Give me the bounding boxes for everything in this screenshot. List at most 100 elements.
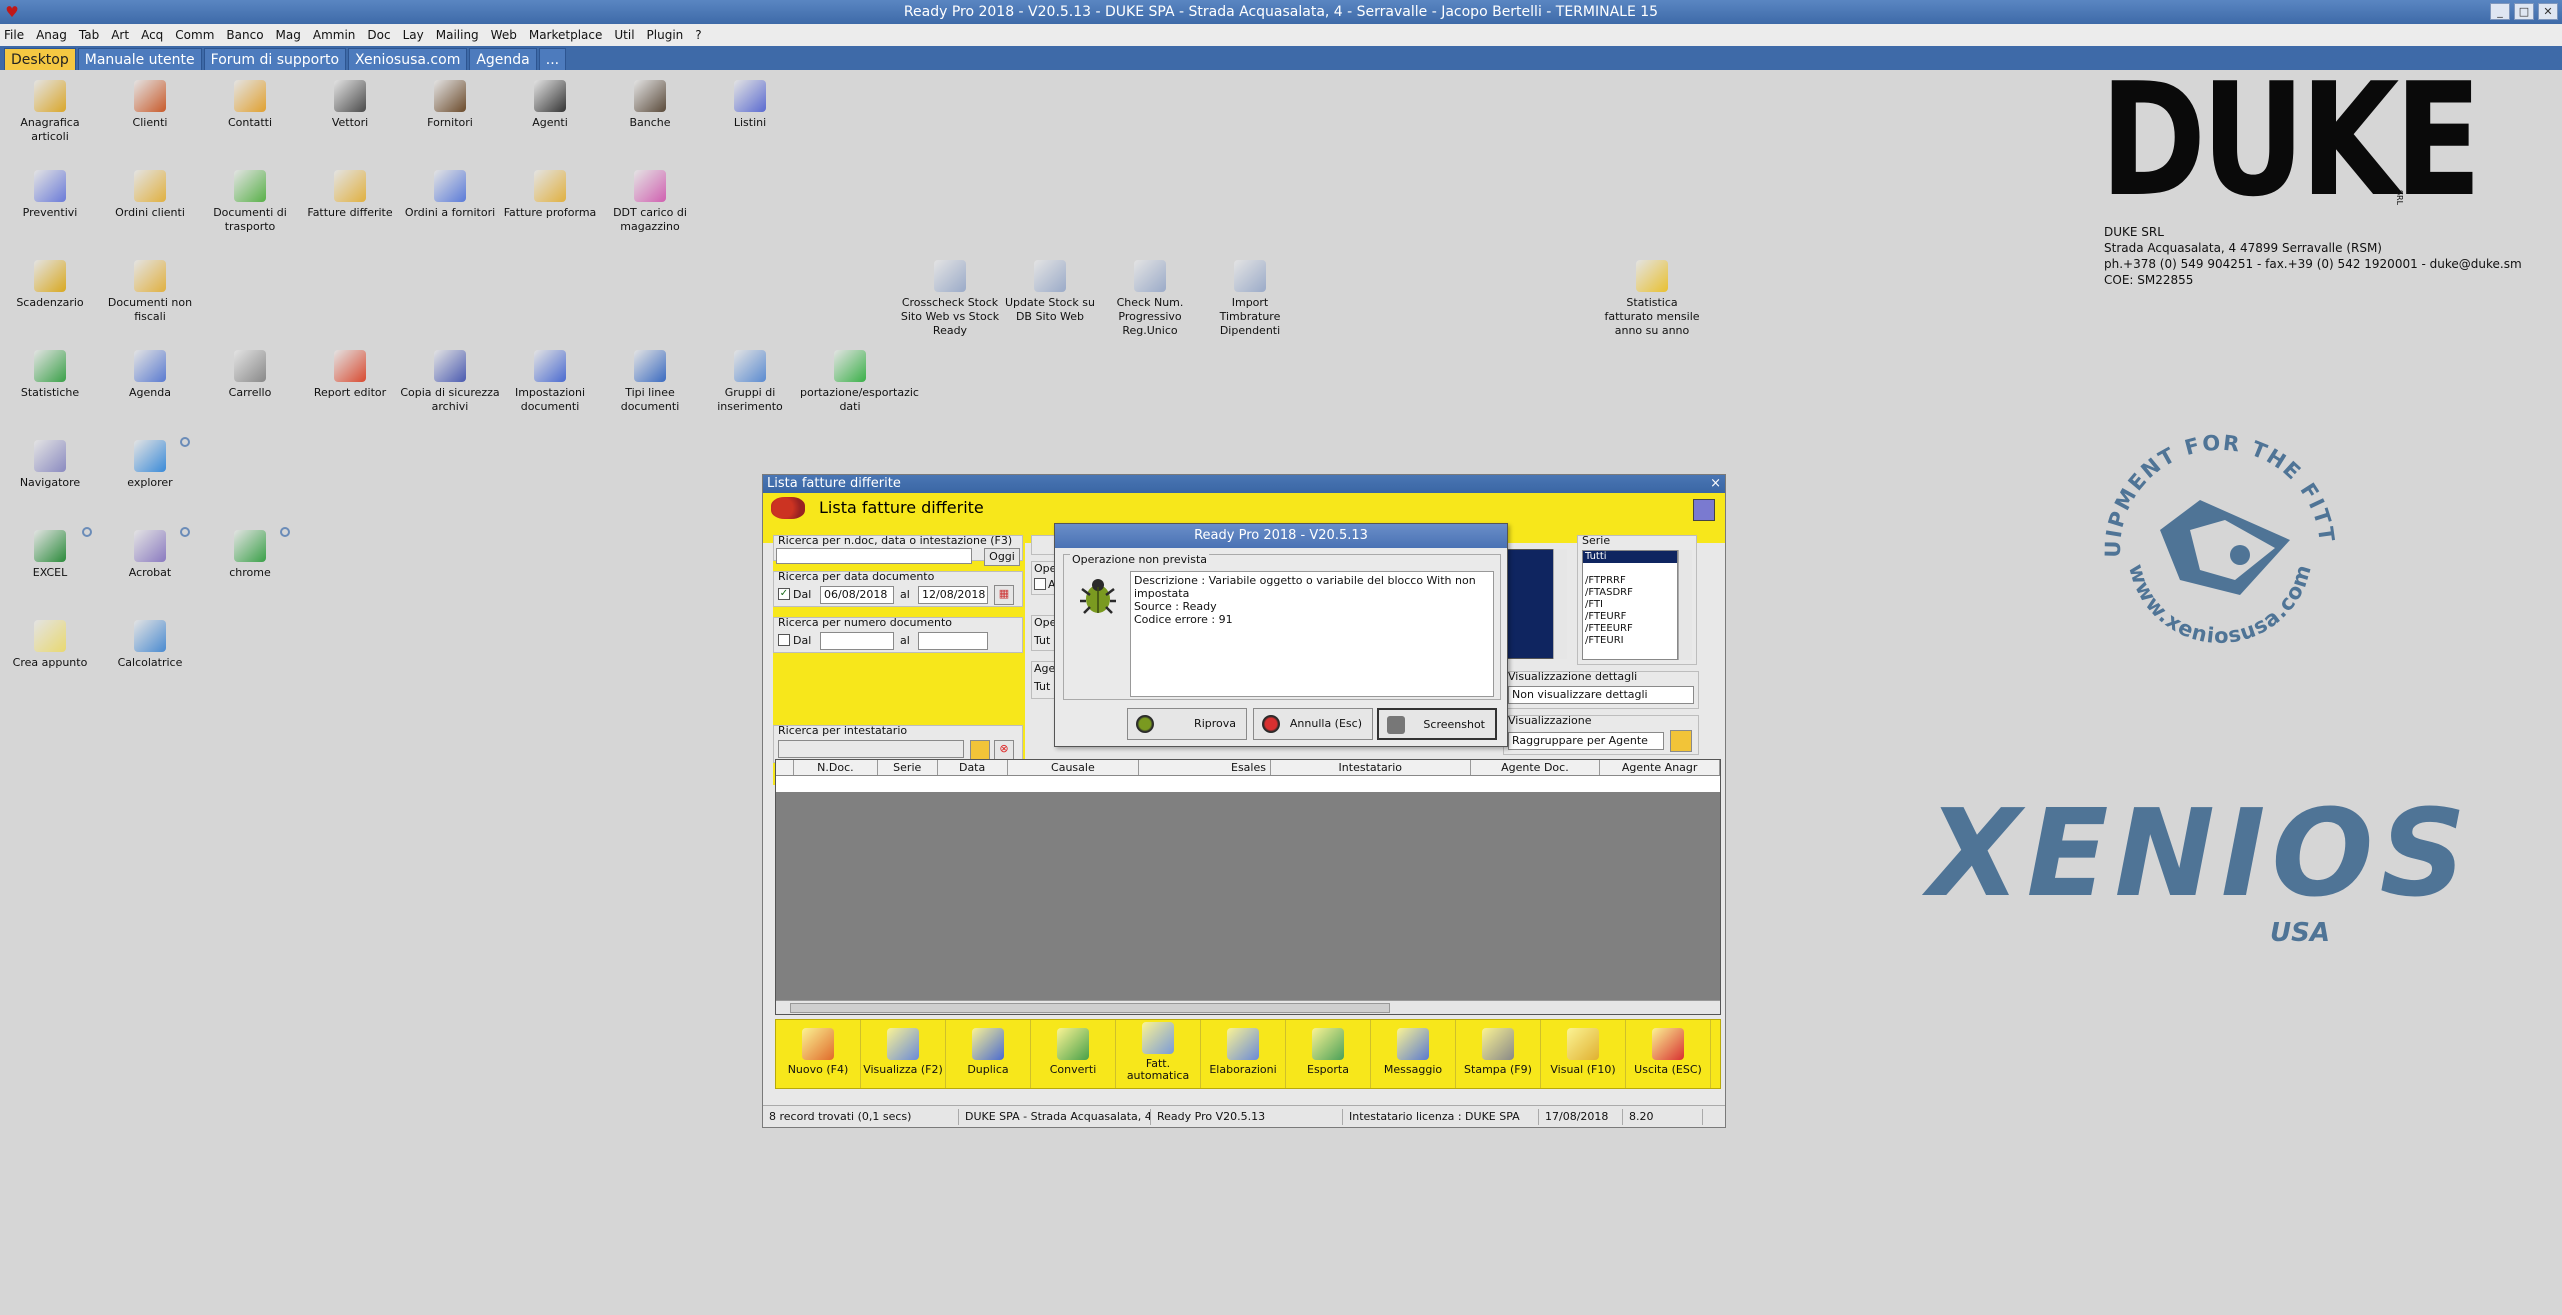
- folder-icon[interactable]: [970, 740, 990, 760]
- today-button[interactable]: Oggi: [984, 548, 1020, 566]
- esporta-button[interactable]: Esporta: [1286, 1020, 1371, 1088]
- col-causale[interactable]: Causale: [1008, 760, 1140, 775]
- table-row[interactable]: [776, 776, 1720, 792]
- desktop-icon-agenda[interactable]: Agenda: [100, 350, 200, 400]
- desktop-icon-fornitori[interactable]: Fornitori: [400, 80, 500, 130]
- search-ndoc-input[interactable]: [776, 548, 972, 564]
- tab-more[interactable]: ...: [538, 48, 567, 70]
- desktop-icon-vettori[interactable]: Vettori: [300, 80, 400, 130]
- tab-manuale-utente[interactable]: Manuale utente: [77, 48, 202, 70]
- partial-checkbox[interactable]: [1034, 578, 1046, 590]
- tab-forum-supporto[interactable]: Forum di supporto: [203, 48, 347, 70]
- operator-list[interactable]: [1503, 549, 1559, 659]
- date-enable-checkbox[interactable]: ✓: [778, 588, 790, 600]
- date-to-input[interactable]: 12/08/2018: [918, 586, 988, 604]
- col-agente-doc[interactable]: Agente Doc.: [1471, 760, 1601, 775]
- uscita-button[interactable]: Uscita (ESC): [1626, 1020, 1711, 1088]
- nuovo-button[interactable]: Nuovo (F4): [776, 1020, 861, 1088]
- desktop-icon-navigatore[interactable]: Navigatore: [0, 440, 100, 490]
- window-close-icon[interactable]: ×: [1710, 475, 1721, 493]
- col-intestatario[interactable]: Intestatario: [1271, 760, 1471, 775]
- elaborazioni-button[interactable]: Elaborazioni: [1201, 1020, 1286, 1088]
- visualizza-button[interactable]: Visualizza (F2): [861, 1020, 946, 1088]
- desktop-icon-ordini-a-fornitori[interactable]: Ordini a fornitori: [400, 170, 500, 220]
- serie-item[interactable]: /FTPRRF: [1583, 575, 1677, 587]
- desktop-icon-portazione-esportazic-dati[interactable]: portazione/esportazic dati: [800, 350, 919, 414]
- desktop-icon-banche[interactable]: Banche: [600, 80, 700, 130]
- converti-button[interactable]: Converti: [1031, 1020, 1116, 1088]
- col-serie[interactable]: Serie: [878, 760, 938, 775]
- desktop-icon-import-timbrature-dipendenti[interactable]: Import Timbrature Dipendenti: [1200, 260, 1300, 338]
- desktop-icon-statistiche[interactable]: Statistiche: [0, 350, 100, 400]
- menu-marketplace[interactable]: Marketplace: [529, 28, 603, 42]
- desktop-icon-impostazioni-documenti[interactable]: Impostazioni documenti: [500, 350, 600, 414]
- serie-item[interactable]: /FTASDRF: [1583, 587, 1677, 599]
- number-from-input[interactable]: [820, 632, 894, 650]
- number-enable-checkbox[interactable]: [778, 634, 790, 646]
- col-ndoc[interactable]: N.Doc.: [794, 760, 878, 775]
- report-icon[interactable]: [1693, 499, 1715, 521]
- desktop-icon-ddt-carico-di-magazzino[interactable]: DDT carico di magazzino: [600, 170, 700, 234]
- menu-anag[interactable]: Anag: [36, 28, 67, 42]
- menu-art[interactable]: Art: [111, 28, 129, 42]
- desktop-icon-crea-appunto[interactable]: Crea appunto: [0, 620, 100, 670]
- tab-agenda[interactable]: Agenda: [469, 48, 537, 70]
- number-to-input[interactable]: [918, 632, 988, 650]
- desktop-icon-copia-di-sicurezza-archivi[interactable]: Copia di sicurezza archivi: [400, 350, 500, 414]
- retry-button[interactable]: Riprova: [1127, 708, 1247, 740]
- desktop-icon-tipi-linee-documenti[interactable]: Tipi linee documenti: [600, 350, 700, 414]
- desktop-icon-check-num-progressivo-reg-unico[interactable]: Check Num. Progressivo Reg.Unico: [1100, 260, 1200, 338]
- tab-desktop[interactable]: Desktop: [4, 48, 76, 70]
- desktop-icon-documenti-di-trasporto[interactable]: Documenti di trasporto: [200, 170, 300, 234]
- serie-item[interactable]: Tutti: [1583, 551, 1677, 563]
- menu-mag[interactable]: Mag: [276, 28, 301, 42]
- menu-comm[interactable]: Comm: [175, 28, 214, 42]
- menu-banco[interactable]: Banco: [226, 28, 263, 42]
- grouping-select[interactable]: Raggruppare per Agente: [1508, 732, 1664, 750]
- desktop-icon-fatture-proforma[interactable]: Fatture proforma: [500, 170, 600, 220]
- fatt-automatica-button[interactable]: Fatt. automatica: [1116, 1020, 1201, 1088]
- menu-web[interactable]: Web: [491, 28, 517, 42]
- visual-button[interactable]: Visual (F10): [1541, 1020, 1626, 1088]
- desktop-icon-preventivi[interactable]: Preventivi: [0, 170, 100, 220]
- duplica-button[interactable]: Duplica: [946, 1020, 1031, 1088]
- serie-item[interactable]: /FTI: [1583, 599, 1677, 611]
- serie-item[interactable]: [1583, 563, 1677, 575]
- stampa-button[interactable]: Stampa (F9): [1456, 1020, 1541, 1088]
- search-holder-input[interactable]: [778, 740, 964, 758]
- desktop-icon-carrello[interactable]: Carrello: [200, 350, 300, 400]
- desktop-icon-anagrafica-articoli[interactable]: Anagrafica articoli: [0, 80, 100, 144]
- serie-item[interactable]: /FTEURF: [1583, 611, 1677, 623]
- minimize-button[interactable]: _: [2490, 3, 2510, 20]
- desktop-icon-chrome[interactable]: chrome: [200, 530, 300, 580]
- desktop-icon-statistica-fatturato-mensile-anno-su-anno[interactable]: Statistica fatturato mensile anno su ann…: [1602, 260, 1702, 338]
- invoice-grid[interactable]: N.Doc. Serie Data Causale Esales Intesta…: [775, 759, 1721, 1015]
- col-esales[interactable]: Esales: [1139, 760, 1271, 775]
- close-button[interactable]: ✕: [2538, 3, 2558, 20]
- screenshot-button[interactable]: Screenshot: [1377, 708, 1497, 740]
- menu-help[interactable]: ?: [695, 28, 701, 42]
- desktop-icon-documenti-non-fiscali[interactable]: Documenti non fiscali: [100, 260, 200, 324]
- menu-mailing[interactable]: Mailing: [436, 28, 479, 42]
- desktop-icon-scadenzario[interactable]: Scadenzario: [0, 260, 100, 310]
- desktop-icon-clienti[interactable]: Clienti: [100, 80, 200, 130]
- menu-file[interactable]: File: [4, 28, 24, 42]
- desktop-icon-listini[interactable]: Listini: [700, 80, 800, 130]
- scroll-thumb[interactable]: [790, 1003, 1390, 1013]
- clear-icon[interactable]: ⊗: [994, 740, 1014, 760]
- desktop-icon-excel[interactable]: EXCEL: [0, 530, 100, 580]
- col-agente-anagr[interactable]: Agente Anagr: [1600, 760, 1721, 775]
- desktop-icon-crosscheck-stock-sito-web-vs-stock-ready[interactable]: Crosscheck Stock Sito Web vs Stock Ready: [900, 260, 1000, 338]
- cancel-button[interactable]: Annulla (Esc): [1253, 708, 1373, 740]
- grid-horizontal-scrollbar[interactable]: [776, 1000, 1720, 1014]
- operator-list-scrollbar[interactable]: [1553, 549, 1567, 659]
- menu-ammin[interactable]: Ammin: [313, 28, 356, 42]
- serie-scrollbar[interactable]: [1678, 550, 1692, 660]
- desktop-icon-update-stock-su-db-sito-web[interactable]: Update Stock su DB Sito Web: [1000, 260, 1100, 324]
- menu-lay[interactable]: Lay: [403, 28, 424, 42]
- desktop-icon-fatture-differite[interactable]: Fatture differite: [300, 170, 400, 220]
- menu-doc[interactable]: Doc: [367, 28, 390, 42]
- col-data[interactable]: Data: [938, 760, 1008, 775]
- menu-tab[interactable]: Tab: [79, 28, 99, 42]
- desktop-icon-acrobat[interactable]: Acrobat: [100, 530, 200, 580]
